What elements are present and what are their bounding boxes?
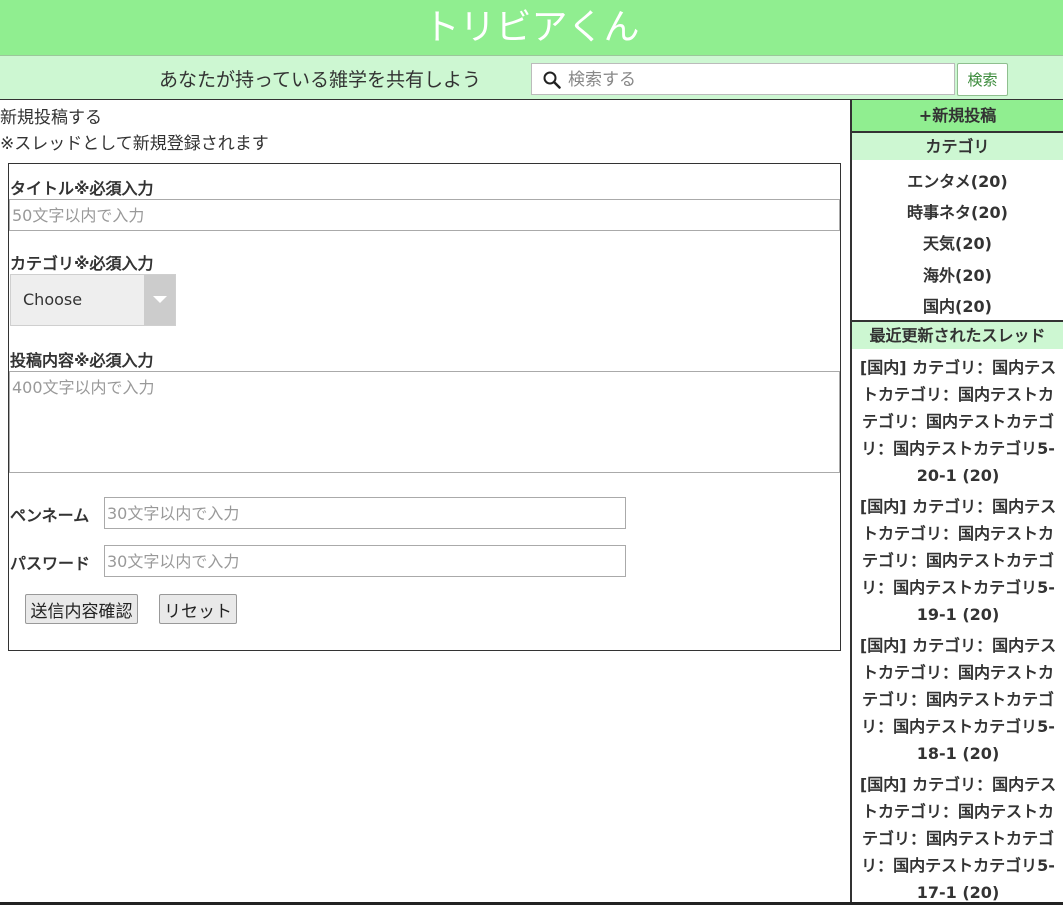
category-heading: カテゴリ xyxy=(852,133,1063,160)
recent-threads-heading: 最近更新されたスレッド xyxy=(852,322,1063,349)
search-input[interactable] xyxy=(566,66,950,94)
category-label: カテゴリ※必須入力 xyxy=(10,254,154,273)
password-label: パスワード xyxy=(10,554,91,573)
category-select[interactable]: Choose xyxy=(10,274,176,326)
password-input[interactable] xyxy=(104,545,626,577)
category-selected-value: Choose xyxy=(23,290,83,309)
content-label: 投稿内容※必須入力 xyxy=(10,351,154,370)
page-note: ※スレッドとして新規登録されます xyxy=(0,134,269,154)
content-textarea[interactable] xyxy=(9,371,840,473)
thread-link[interactable]: [国内] カテゴリ：国内テストカテゴリ：国内テストカテゴリ：国内テストカテゴリ：… xyxy=(858,771,1058,905)
site-title[interactable]: トリビアくん xyxy=(423,0,639,56)
category-item-current-events[interactable]: 時事ネタ(20) xyxy=(852,199,1063,223)
new-post-button[interactable]: +新規投稿 xyxy=(852,100,1063,133)
category-item-overseas[interactable]: 海外(20) xyxy=(852,262,1063,286)
penname-input[interactable] xyxy=(104,497,626,529)
thread-link[interactable]: [国内] カテゴリ：国内テストカテゴリ：国内テストカテゴリ：国内テストカテゴリ：… xyxy=(858,354,1058,489)
tagline: あなたが持っている雑学を共有しよう xyxy=(159,69,482,91)
reset-button[interactable]: リセット xyxy=(159,594,237,624)
chevron-down-icon xyxy=(144,275,175,325)
category-item-entertainment[interactable]: エンタメ(20) xyxy=(852,168,1063,192)
thread-link[interactable]: [国内] カテゴリ：国内テストカテゴリ：国内テストカテゴリ：国内テストカテゴリ：… xyxy=(858,493,1058,628)
title-input[interactable] xyxy=(9,199,840,231)
confirm-button[interactable]: 送信内容確認 xyxy=(25,594,138,624)
search-icon xyxy=(543,71,561,89)
search-box[interactable] xyxy=(531,63,955,95)
title-label: タイトル※必須入力 xyxy=(10,179,154,198)
page-heading: 新規投稿する xyxy=(0,108,102,128)
site-header: トリビアくん xyxy=(0,0,1063,56)
thread-link[interactable]: [国内] カテゴリ：国内テストカテゴリ：国内テストカテゴリ：国内テストカテゴリ：… xyxy=(858,632,1058,767)
search-button[interactable]: 検索 xyxy=(957,63,1008,96)
new-post-form: タイトル※必須入力 カテゴリ※必須入力 Choose 投稿内容※必須入力 ペンネ… xyxy=(8,163,841,651)
category-item-domestic[interactable]: 国内(20) xyxy=(852,293,1063,317)
category-item-weather[interactable]: 天気(20) xyxy=(852,230,1063,254)
main-content: 新規投稿する ※スレッドとして新規登録されます タイトル※必須入力 カテゴリ※必… xyxy=(0,100,850,905)
sidebar: +新規投稿 カテゴリ エンタメ(20) 時事ネタ(20) 天気(20) 海外(2… xyxy=(850,100,1063,905)
penname-label: ペンネーム xyxy=(10,506,90,525)
